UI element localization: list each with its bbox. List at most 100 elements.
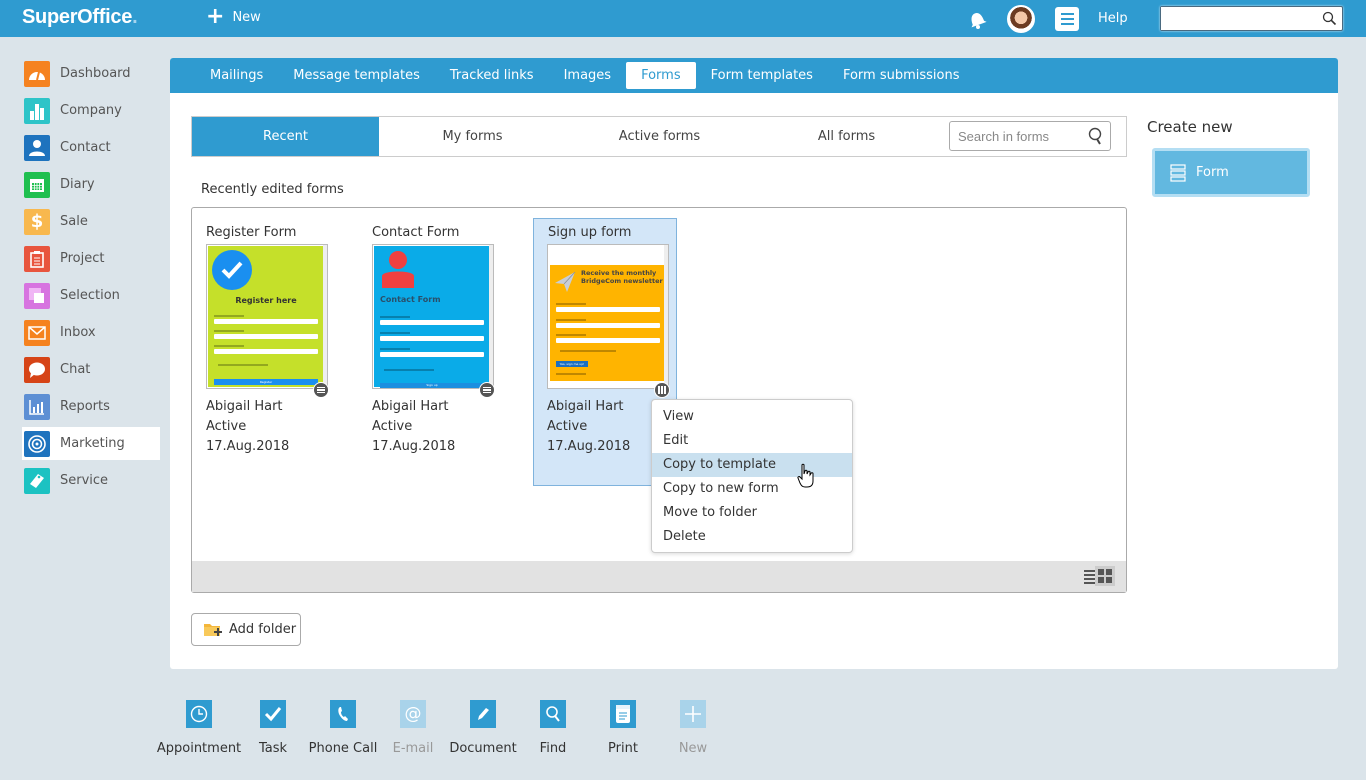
thumb-heading: Register here — [235, 296, 297, 305]
card-menu-icon[interactable] — [654, 382, 670, 398]
main-menu-button[interactable] — [1055, 7, 1079, 31]
sidebar-item-diary[interactable]: Diary — [22, 168, 160, 201]
help-link[interactable]: Help — [1098, 11, 1128, 26]
new-label: New — [232, 9, 261, 25]
section-title: Recently edited forms — [201, 182, 344, 197]
sidebar-item-company[interactable]: Company — [22, 94, 160, 127]
form-owner: Abigail Hart — [372, 399, 449, 414]
forms-search[interactable] — [949, 121, 1111, 151]
print-icon — [610, 700, 636, 728]
filter-tab-my-forms[interactable]: My forms — [379, 117, 566, 156]
form-card[interactable]: Register Form Register here Register Abi… — [192, 218, 336, 486]
form-title[interactable]: Register Form — [206, 225, 296, 240]
card-menu-icon[interactable] — [479, 382, 495, 398]
create-new-title: Create new — [1147, 118, 1233, 136]
sidebar-item-selection[interactable]: Selection — [22, 279, 160, 312]
tab-mailings[interactable]: Mailings — [195, 62, 278, 89]
quick-action-label: Find — [539, 741, 567, 756]
form-card[interactable]: Contact Form Contact Form Sign up Abigai… — [358, 218, 502, 486]
reports-icon — [24, 393, 50, 420]
sidebar-item-label: Dashboard — [60, 66, 131, 81]
sidebar-item-reports[interactable]: Reports — [22, 390, 160, 423]
tab-form-submissions[interactable]: Form submissions — [828, 62, 975, 89]
quick-action-label: Appointment — [156, 741, 242, 756]
create-form-button[interactable]: Form — [1152, 148, 1310, 197]
search-icon[interactable] — [1322, 11, 1337, 26]
contact-icon — [24, 134, 50, 161]
form-thumbnail[interactable]: Contact Form Sign up — [372, 244, 494, 389]
at-icon: @ — [400, 700, 426, 728]
sidebar-item-label: Company — [60, 103, 122, 118]
form-status: Active — [547, 419, 588, 434]
diary-icon — [24, 171, 50, 198]
filter-tab-all-forms[interactable]: All forms — [753, 117, 940, 156]
menu-item-view[interactable]: View — [652, 405, 852, 429]
search-icon — [540, 700, 566, 728]
menu-item-edit[interactable]: Edit — [652, 429, 852, 453]
form-thumbnail[interactable]: Register here Register — [206, 244, 328, 389]
quick-action-print[interactable]: Print — [583, 700, 663, 756]
form-owner: Abigail Hart — [547, 399, 624, 414]
chat-icon — [24, 356, 50, 383]
menu-item-copy-to-new-form[interactable]: Copy to new form — [652, 477, 852, 501]
notification-bell-icon[interactable] — [966, 8, 988, 30]
quick-action-e-mail[interactable]: @ E-mail — [373, 700, 453, 756]
thumb-button: Yes, sign me up! — [556, 361, 588, 367]
forms-search-input[interactable] — [950, 122, 1078, 150]
marketing-icon — [24, 430, 50, 457]
quick-action-label: New — [678, 741, 708, 756]
sidebar-item-service[interactable]: Service — [22, 464, 160, 497]
quick-action-task[interactable]: Task — [233, 700, 313, 756]
add-folder-button[interactable]: Add folder — [191, 613, 301, 646]
form-date: 17.Aug.2018 — [547, 439, 631, 454]
phone-icon — [330, 700, 356, 728]
menu-item-delete[interactable]: Delete — [652, 525, 852, 549]
quick-action-label: E-mail — [392, 741, 434, 756]
search-icon[interactable] — [1087, 127, 1104, 145]
menu-item-copy-to-template[interactable]: Copy to template — [652, 453, 852, 477]
person-icon — [382, 251, 414, 288]
tab-images[interactable]: Images — [549, 62, 627, 89]
form-status: Active — [206, 419, 247, 434]
tab-message-templates[interactable]: Message templates — [278, 62, 435, 89]
sidebar-item-sale[interactable]: $ Sale — [22, 205, 160, 238]
filter-tab-active-forms[interactable]: Active forms — [566, 117, 753, 156]
sidebar-item-marketing[interactable]: Marketing — [22, 427, 160, 460]
global-search[interactable] — [1160, 6, 1343, 31]
tab-form-templates[interactable]: Form templates — [696, 62, 828, 89]
filter-tab-recent[interactable]: Recent — [192, 117, 379, 156]
quick-action-appointment[interactable]: Appointment — [156, 700, 242, 756]
grid-view-icon[interactable] — [1095, 566, 1115, 586]
form-title[interactable]: Contact Form — [372, 225, 459, 240]
selection-icon — [24, 282, 50, 309]
sidebar-item-project[interactable]: Project — [22, 242, 160, 275]
sidebar-item-inbox[interactable]: Inbox — [22, 316, 160, 349]
form-icon — [1170, 163, 1186, 182]
thumbnail-scrollbar[interactable] — [489, 245, 493, 388]
tab-forms[interactable]: Forms — [626, 62, 696, 89]
user-avatar[interactable] — [1007, 5, 1035, 33]
form-thumbnail[interactable]: Receive the monthly BridgeCom newsletter… — [547, 244, 669, 389]
global-search-input[interactable] — [1161, 7, 1311, 30]
sidebar-item-dashboard[interactable]: Dashboard — [22, 57, 160, 90]
sidebar-item-label: Inbox — [60, 325, 96, 340]
thumbnail-scrollbar[interactable] — [664, 245, 668, 388]
sidebar-item-label: Marketing — [60, 436, 125, 451]
quick-action-document[interactable]: Document — [443, 700, 523, 756]
tab-tracked-links[interactable]: Tracked links — [435, 62, 549, 89]
clock-icon — [186, 700, 212, 728]
sidebar-item-chat[interactable]: Chat — [22, 353, 160, 386]
quick-action-new[interactable]: New — [653, 700, 733, 756]
quick-action-phone-call[interactable]: Phone Call — [303, 700, 383, 756]
new-button[interactable]: + New — [206, 4, 261, 29]
quick-action-find[interactable]: Find — [513, 700, 593, 756]
thumbnail-scrollbar[interactable] — [323, 245, 327, 388]
plus-icon: + — [206, 4, 225, 29]
form-title[interactable]: Sign up form — [548, 225, 631, 240]
hand-cursor-icon — [797, 463, 814, 488]
forms-filter-bar: Recent My forms Active forms All forms — [191, 116, 1127, 157]
menu-item-move-to-folder[interactable]: Move to folder — [652, 501, 852, 525]
card-menu-icon[interactable] — [313, 382, 329, 398]
superoffice-logo[interactable]: SuperOffice. — [22, 6, 138, 29]
sidebar-item-contact[interactable]: Contact — [22, 131, 160, 164]
